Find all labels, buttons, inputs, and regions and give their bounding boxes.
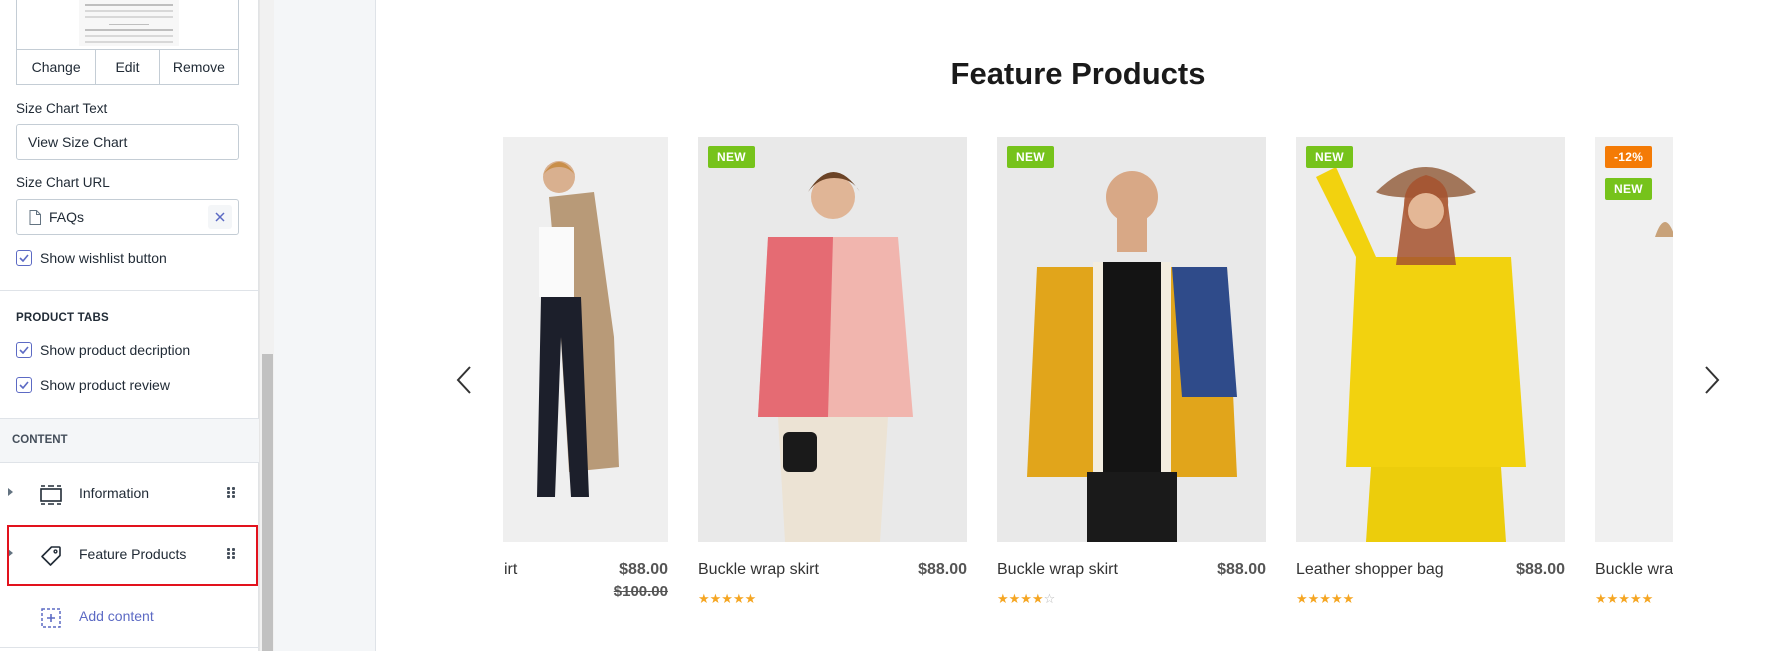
product-card[interactable]: -12% NEW Buckle wra ★★★★★ — [1595, 137, 1673, 617]
add-content-label: Add content — [79, 608, 154, 624]
product-card[interactable]: NEW Leather shopper bag $88.00 ★★★★★ — [1296, 137, 1565, 617]
rating-stars: ★★★★★ — [1595, 591, 1654, 606]
show-description-checkbox[interactable]: Show product decription — [16, 342, 190, 358]
checkbox-icon — [16, 342, 32, 358]
add-section-icon — [41, 608, 61, 628]
sidebar-item-label: Information — [79, 485, 150, 501]
product-image[interactable]: -12% NEW — [1595, 137, 1673, 542]
new-badge: NEW — [1306, 146, 1353, 168]
new-badge: NEW — [1605, 178, 1652, 200]
scrollbar-thumb[interactable] — [262, 354, 273, 651]
image-action-group: Change Edit Remove — [16, 49, 239, 85]
sidebar-item-information[interactable]: Information — [0, 465, 259, 523]
rating-stars: ★★★★☆ — [997, 591, 1056, 606]
model-photo — [698, 137, 967, 542]
product-card[interactable]: NEW Buckle wrap skirt $88.00 ★★★★★ — [698, 137, 967, 617]
product-name[interactable]: Buckle wrap skirt — [997, 561, 1118, 579]
product-image[interactable]: NEW — [1296, 137, 1565, 542]
add-content-button[interactable]: Add content — [0, 588, 259, 646]
product-image[interactable] — [503, 137, 668, 542]
rating-stars: ★★★★★ — [1296, 591, 1355, 606]
chevron-right-icon[interactable] — [1699, 365, 1723, 395]
settings-sidebar: Change Edit Remove Size Chart Text View … — [0, 0, 259, 651]
show-description-label: Show product decription — [40, 342, 191, 358]
discount-badge: -12% — [1605, 146, 1653, 168]
size-chart-image-preview — [16, 0, 239, 50]
show-wishlist-checkbox[interactable]: Show wishlist button — [16, 250, 167, 266]
divider — [0, 290, 259, 291]
document-icon — [29, 209, 41, 225]
preview-backdrop — [274, 0, 376, 651]
new-badge: NEW — [1007, 146, 1054, 168]
show-review-checkbox[interactable]: Show product review — [16, 377, 170, 393]
size-chart-url-label: Size Chart URL — [16, 175, 110, 190]
size-chart-text-label: Size Chart Text — [16, 101, 108, 116]
change-image-button[interactable]: Change — [17, 50, 97, 84]
product-image[interactable]: NEW — [698, 137, 967, 542]
size-chart-text-value: View Size Chart — [28, 134, 128, 150]
rating-stars: ★★★★★ — [698, 591, 757, 606]
product-name[interactable]: Buckle wra — [1595, 561, 1673, 579]
size-chart-thumbnail — [79, 0, 179, 46]
section-title: Feature Products — [950, 56, 1206, 91]
show-wishlist-label: Show wishlist button — [40, 250, 167, 266]
size-chart-url-value: FAQs — [49, 209, 85, 225]
section-layout-icon — [40, 485, 62, 505]
clear-url-button[interactable] — [208, 205, 232, 229]
close-icon — [215, 212, 225, 222]
edit-image-button[interactable]: Edit — [96, 50, 160, 84]
divider — [0, 647, 259, 648]
model-photo — [997, 137, 1266, 542]
drag-handle-icon[interactable] — [227, 487, 235, 499]
product-tabs-heading: PRODUCT TABS — [16, 312, 109, 324]
remove-image-button[interactable]: Remove — [160, 50, 238, 84]
product-name[interactable]: Leather shopper bag — [1296, 561, 1444, 579]
sidebar-scrollbar[interactable] — [259, 0, 274, 651]
product-price: $88.00 — [619, 561, 668, 578]
product-price: $88.00 — [918, 561, 967, 578]
content-section-header: CONTENT — [0, 418, 259, 463]
selection-outline — [7, 525, 258, 586]
content-heading: CONTENT — [12, 434, 68, 446]
checkbox-icon — [16, 250, 32, 266]
product-old-price: $100.00 — [613, 583, 668, 600]
chevron-left-icon[interactable] — [453, 365, 477, 395]
model-photo — [1296, 137, 1565, 542]
product-image[interactable]: NEW — [997, 137, 1266, 542]
model-photo — [503, 137, 668, 542]
product-card[interactable]: NEW Buckle wrap skirt $88.00 ★★★★☆ — [997, 137, 1266, 617]
size-chart-url-input[interactable]: FAQs — [16, 199, 239, 235]
new-badge: NEW — [708, 146, 755, 168]
product-price: $88.00 — [1516, 561, 1565, 578]
product-card[interactable]: irt $88.00 $100.00 — [503, 137, 668, 617]
product-name[interactable]: Buckle wrap skirt — [698, 561, 819, 579]
show-review-label: Show product review — [40, 377, 170, 393]
checkbox-icon — [16, 377, 32, 393]
product-price: $88.00 — [1217, 561, 1266, 578]
product-name[interactable]: irt — [504, 561, 517, 579]
expand-caret-icon[interactable] — [8, 488, 13, 496]
size-chart-text-input[interactable]: View Size Chart — [16, 124, 239, 160]
storefront-preview: Feature Products irt $88.00 $100.00 NEW … — [377, 0, 1779, 651]
product-carousel: irt $88.00 $100.00 NEW Buckle wrap skirt… — [503, 137, 1673, 617]
